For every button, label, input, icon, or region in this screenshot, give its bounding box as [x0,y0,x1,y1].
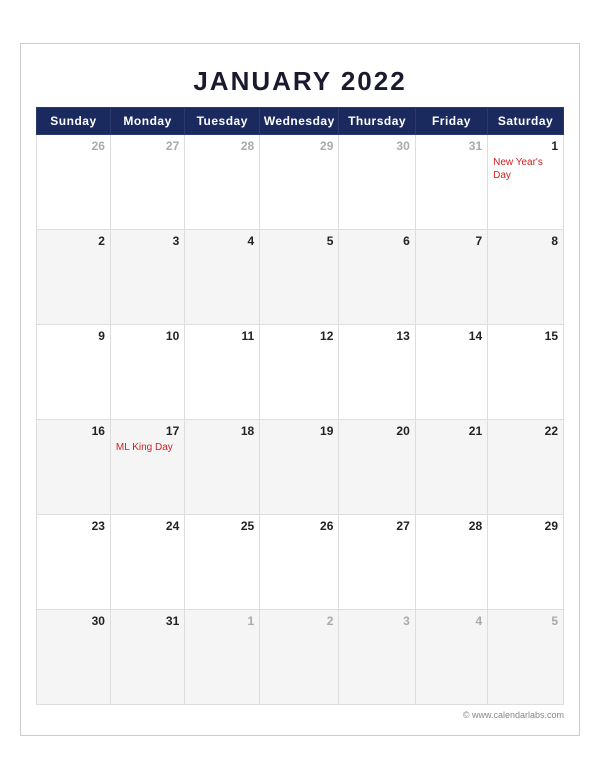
calendar-cell: 4 [415,610,487,705]
day-number: 30 [42,614,105,628]
day-number: 28 [190,139,254,153]
day-number: 25 [190,519,254,533]
calendar-cell: 22 [488,420,564,515]
day-header: Sunday [37,108,111,135]
day-number: 5 [265,234,333,248]
day-header: Thursday [339,108,415,135]
calendar-cell: 3 [339,610,415,705]
calendar-cell: 26 [260,515,339,610]
day-number: 2 [265,614,333,628]
calendar-cell: 11 [185,325,260,420]
calendar-cell: 24 [110,515,184,610]
calendar-cell: 31 [110,610,184,705]
day-header: Tuesday [185,108,260,135]
calendar-cell: 3 [110,230,184,325]
calendar-cell: 10 [110,325,184,420]
day-number: 28 [421,519,482,533]
calendar-cell: 2 [37,230,111,325]
calendar-cell: 13 [339,325,415,420]
day-number: 21 [421,424,482,438]
calendar-cell: 30 [37,610,111,705]
calendar-cell: 2 [260,610,339,705]
calendar-cell: 6 [339,230,415,325]
calendar-cell: 4 [185,230,260,325]
day-number: 27 [344,519,409,533]
day-number: 22 [493,424,558,438]
day-number: 31 [421,139,482,153]
day-number: 6 [344,234,409,248]
calendar-cell: 15 [488,325,564,420]
calendar-cell: 5 [260,230,339,325]
day-header: Friday [415,108,487,135]
calendar-cell: 30 [339,135,415,230]
calendar-cell: 8 [488,230,564,325]
calendar-cell: 25 [185,515,260,610]
day-number: 29 [265,139,333,153]
day-number: 26 [265,519,333,533]
calendar-cell: 5 [488,610,564,705]
calendar-cell: 1 New Year's Day [488,135,564,230]
calendar-cell: 28 [415,515,487,610]
calendar-cell: 12 [260,325,339,420]
day-number: 12 [265,329,333,343]
calendar-cell: 31 [415,135,487,230]
day-number: 19 [265,424,333,438]
day-header: Wednesday [260,108,339,135]
day-number: 17 [116,424,179,438]
day-number: 3 [116,234,179,248]
calendar-cell: 18 [185,420,260,515]
calendar-cell: 26 [37,135,111,230]
calendar-cell: 17 ML King Day [110,420,184,515]
day-number: 15 [493,329,558,343]
calendar-cell: 14 [415,325,487,420]
day-header: Saturday [488,108,564,135]
day-number: 10 [116,329,179,343]
calendar-cell: 21 [415,420,487,515]
day-number: 30 [344,139,409,153]
calendar-cell: 9 [37,325,111,420]
day-number: 1 [493,139,558,153]
day-number: 20 [344,424,409,438]
day-number: 4 [190,234,254,248]
day-number: 24 [116,519,179,533]
day-number: 11 [190,329,254,343]
day-number: 31 [116,614,179,628]
calendar-footer: © www.calendarlabs.com [36,705,564,720]
day-header: Monday [110,108,184,135]
day-number: 3 [344,614,409,628]
day-number: 14 [421,329,482,343]
calendar-cell: 1 [185,610,260,705]
calendar-cell: 28 [185,135,260,230]
day-number: 29 [493,519,558,533]
calendar-cell: 16 [37,420,111,515]
day-number: 5 [493,614,558,628]
day-number: 2 [42,234,105,248]
calendar-cell: 29 [260,135,339,230]
day-number: 7 [421,234,482,248]
calendar-grid: SundayMondayTuesdayWednesdayThursdayFrid… [36,107,564,705]
calendar-cell: 20 [339,420,415,515]
day-number: 4 [421,614,482,628]
calendar-cell: 27 [110,135,184,230]
day-number: 16 [42,424,105,438]
calendar-cell: 7 [415,230,487,325]
calendar-cell: 23 [37,515,111,610]
calendar-cell: 27 [339,515,415,610]
calendar-title: JANUARY 2022 [36,54,564,107]
day-number: 26 [42,139,105,153]
day-number: 23 [42,519,105,533]
day-number: 8 [493,234,558,248]
day-number: 9 [42,329,105,343]
day-number: 18 [190,424,254,438]
day-number: 1 [190,614,254,628]
day-number: 27 [116,139,179,153]
holiday-label: ML King Day [116,441,179,454]
calendar-container: JANUARY 2022 SundayMondayTuesdayWednesda… [20,43,580,736]
calendar-cell: 29 [488,515,564,610]
holiday-label: New Year's Day [493,156,558,182]
day-number: 13 [344,329,409,343]
calendar-cell: 19 [260,420,339,515]
